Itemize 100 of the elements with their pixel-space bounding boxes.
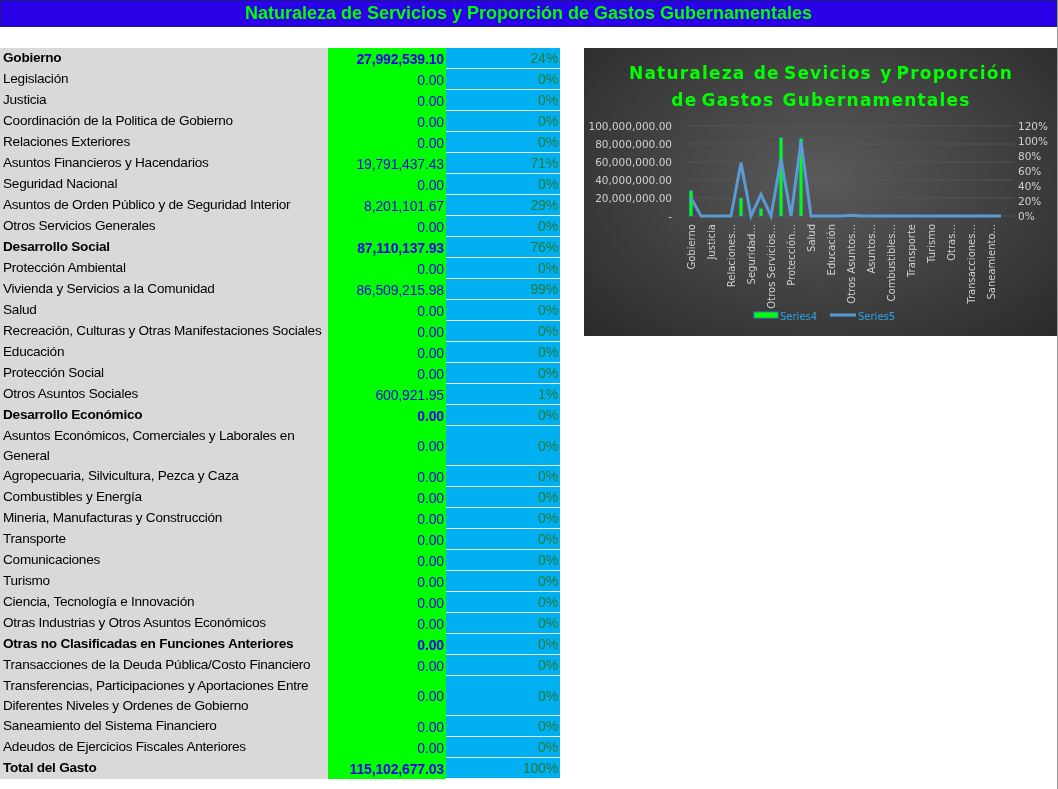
percent-cell: 0%	[446, 300, 560, 321]
row-label: Coordinación de la Politica de Gobierno	[0, 111, 328, 132]
amount-cell: 0.00	[328, 90, 446, 111]
amount-cell: 0.00	[328, 111, 446, 132]
axis-tick-label: -	[668, 210, 672, 222]
axis-tick-label: 120%	[1018, 120, 1049, 132]
category-label: Educación	[826, 224, 837, 276]
percent-cell: 0%	[446, 634, 560, 655]
percent-cell: 0%	[446, 342, 560, 363]
amount-cell: 0.00	[328, 634, 446, 655]
row-label: Gobierno	[0, 48, 328, 69]
bar	[758, 208, 764, 217]
legend-line	[830, 313, 856, 317]
row-label: Otros Servicios Generales	[0, 216, 328, 237]
percent-cell: 0%	[446, 529, 560, 550]
axis-tick-label: 100%	[1018, 135, 1049, 147]
percent-cell: 0%	[446, 321, 560, 342]
amount-cell: 19,791,437.43	[328, 153, 446, 174]
percent-cell: 0%	[446, 676, 560, 716]
percent-cell: 0%	[446, 174, 560, 195]
category-label: Protección...	[786, 224, 797, 286]
amount-cell: 0.00	[328, 655, 446, 676]
row-label: Protección Ambiental	[0, 258, 328, 279]
amount-cell: 0.00	[328, 216, 446, 237]
percent-cell: 76%	[446, 237, 560, 258]
row-label: Relaciones Exteriores	[0, 132, 328, 153]
axis-tick-label: 20%	[1018, 195, 1042, 207]
axis-tick-label: 0%	[1018, 210, 1035, 222]
row-label: Mineria, Manufacturas y Construcción	[0, 508, 328, 529]
percent-cell: 100%	[446, 758, 560, 779]
row-label: Justicia	[0, 90, 328, 111]
amount-cell: 0.00	[328, 550, 446, 571]
row-label: Recreación, Culturas y Otras Manifestaciones Sociales	[0, 321, 328, 342]
category-label: Gobierno	[686, 224, 697, 270]
amount-cell: 0.00	[328, 405, 446, 426]
category-label: Otras...	[946, 224, 957, 261]
category-label: Otros Servicios...	[766, 224, 777, 309]
category-label: Combustibles...	[886, 224, 897, 302]
row-label: Desarrollo Económico	[0, 405, 328, 426]
amount-cell: 0.00	[328, 737, 446, 758]
row-label: Protección Social	[0, 363, 328, 384]
percent-cell: 0%	[446, 90, 560, 111]
bar	[738, 197, 744, 217]
legend-label: Series5	[858, 311, 896, 322]
amount-cell: 115,102,677.03	[328, 758, 446, 779]
category-label: Transporte	[906, 224, 917, 278]
row-label: Transferencias, Participaciones y Aportaciones Entre Diferentes Niveles y Ordenes de Gobierno	[0, 676, 328, 716]
category-label: Salud	[806, 224, 817, 252]
percent-cell: 0%	[446, 466, 560, 487]
axis-tick-label: 80,000,000.00	[595, 138, 672, 150]
percent-cell: 0%	[446, 613, 560, 634]
percent-cell: 1%	[446, 384, 560, 405]
row-label: Educación	[0, 342, 328, 363]
bar	[688, 190, 694, 217]
sheet-title: Naturaleza de Servicios y Proporción de Gastos Gubernamentales	[244, 3, 813, 24]
row-label: Transporte	[0, 529, 328, 550]
category-label: Otros Asuntos...	[846, 224, 857, 304]
percent-cell: 0%	[446, 363, 560, 384]
axis-tick-label: 60,000,000.00	[595, 156, 672, 168]
row-label: Otros Asuntos Sociales	[0, 384, 328, 405]
percent-cell: 0%	[446, 508, 560, 529]
amount-cell: 0.00	[328, 676, 446, 716]
row-label: Otras Industrias y Otros Asuntos Económicos	[0, 613, 328, 634]
row-label: Asuntos Financieros y Hacendarios	[0, 153, 328, 174]
row-label: Comunicaciones	[0, 550, 328, 571]
amount-cell: 0.00	[328, 508, 446, 529]
amount-cell: 27,992,539.10	[328, 48, 446, 69]
axis-tick-label: 100,000,000.00	[588, 120, 672, 132]
row-label: Adeudos de Ejercicios Fiscales Anteriores	[0, 737, 328, 758]
category-label: Relaciones...	[726, 224, 737, 288]
row-label: Total del Gasto	[0, 758, 328, 779]
percent-cell: 0%	[446, 716, 560, 737]
axis-tick-label: 60%	[1018, 165, 1042, 177]
row-label: Asuntos Económicos, Comerciales y Laborales en General	[0, 426, 328, 466]
amount-cell: 0.00	[328, 363, 446, 384]
category-label: Justicia	[706, 224, 717, 260]
percent-cell: 0%	[446, 655, 560, 676]
row-label: Otras no Clasificadas en Funciones Anteriores	[0, 634, 328, 655]
percent-cell: 0%	[446, 550, 560, 571]
amount-cell: 0.00	[328, 613, 446, 634]
axis-tick-label: 40%	[1018, 180, 1042, 192]
amount-cell: 0.00	[328, 300, 446, 321]
amount-cell: 0.00	[328, 258, 446, 279]
row-label: Legislación	[0, 69, 328, 90]
percent-cell: 0%	[446, 258, 560, 279]
category-label: Turismo	[926, 224, 937, 263]
percent-cell: 29%	[446, 195, 560, 216]
row-label: Desarrollo Social	[0, 237, 328, 258]
axis-tick-label: 80%	[1018, 150, 1042, 162]
row-label: Combustibles y Energía	[0, 487, 328, 508]
amount-cell: 86,509,215.98	[328, 279, 446, 300]
percent-cell: 0%	[446, 111, 560, 132]
legend-label: Series4	[780, 311, 818, 322]
percent-cell: 0%	[446, 487, 560, 508]
amount-cell: 0.00	[328, 342, 446, 363]
row-label: Agropecuaria, Silvicultura, Pezca y Caza	[0, 466, 328, 487]
percent-cell: 0%	[446, 571, 560, 592]
percent-cell: 0%	[446, 132, 560, 153]
chart-title: Naturaleza de Sevicios y Proporción de Gastos Gubernamentales	[629, 63, 1014, 110]
row-label: Salud	[0, 300, 328, 321]
